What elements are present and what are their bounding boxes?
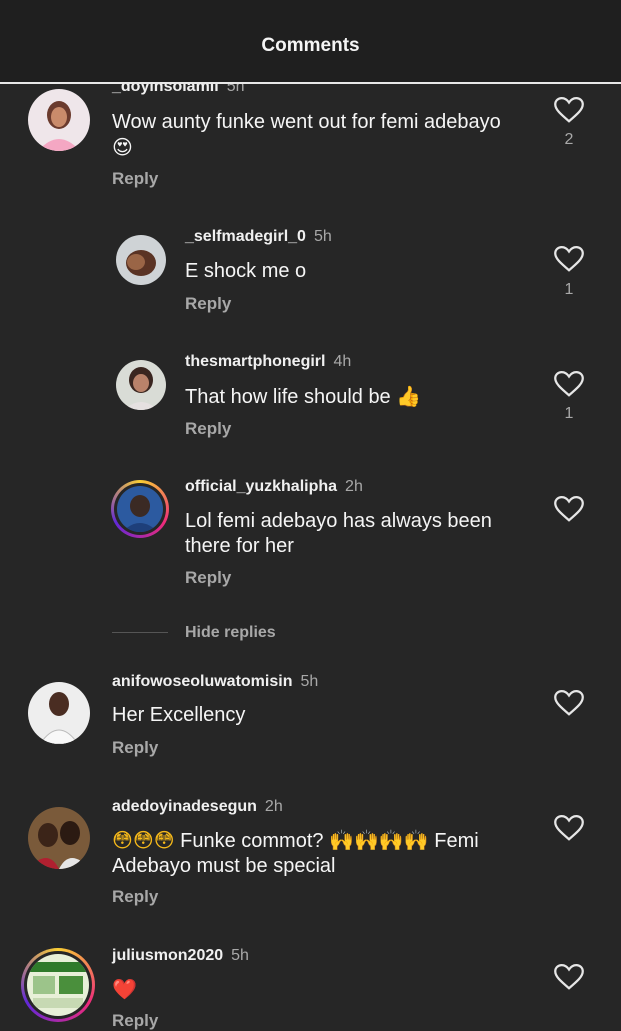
reply-button[interactable]: Reply — [185, 568, 231, 588]
avatar-image — [117, 486, 163, 532]
username[interactable]: adedoyinadesegun — [112, 798, 257, 815]
comment-body-line1: Lol femi adebayo has always been — [185, 510, 492, 532]
like-count: 2 — [564, 131, 574, 148]
comment-text: ❤️ — [112, 977, 137, 1003]
page-title: Comments — [261, 35, 360, 56]
comment-meta: official_yuzkhalipha 2h — [185, 478, 363, 496]
comment-body-line2: Adebayo must be special — [112, 855, 336, 877]
avatar[interactable] — [116, 235, 166, 285]
username[interactable]: official_yuzkhalipha — [185, 478, 337, 495]
comment-meta: adedoyinadesegun 2h — [112, 798, 283, 816]
heart-icon[interactable] — [554, 963, 584, 991]
comment-body-line2: there for her — [185, 535, 294, 557]
heart-emoji: ❤️ — [112, 977, 137, 1001]
avatar[interactable] — [28, 807, 90, 869]
heart-icon[interactable] — [554, 96, 584, 124]
comments-header: Comments — [0, 0, 621, 84]
username[interactable]: thesmartphonegirl — [185, 353, 325, 370]
avatar-story-ring[interactable] — [21, 948, 95, 1022]
avatar-story-ring[interactable] — [111, 480, 169, 538]
timestamp: 5h — [231, 947, 249, 964]
heart-icon[interactable] — [554, 689, 584, 717]
hide-replies-button[interactable]: Hide replies — [185, 624, 276, 642]
heart-icon[interactable] — [554, 814, 584, 842]
timestamp: 2h — [264, 798, 283, 815]
username[interactable]: juliusmon2020 — [112, 947, 223, 964]
heart-icon[interactable] — [554, 370, 584, 398]
timestamp: 4h — [333, 353, 352, 370]
avatar[interactable] — [28, 682, 90, 744]
avatar-image — [27, 954, 89, 1016]
like-count: 1 — [564, 281, 574, 298]
username[interactable]: _selfmadegirl_0 — [185, 228, 306, 245]
reply-button[interactable]: Reply — [112, 1011, 158, 1031]
raising-hands-emoji: 🙌🙌🙌🙌 — [329, 828, 429, 852]
comment-body-line1: Funke commot? — [180, 830, 324, 852]
heart-icon[interactable] — [554, 495, 584, 523]
avatar-image — [28, 807, 90, 869]
comment-text: Wow aunty funke went out for femi adebay… — [112, 110, 501, 161]
comment-text: 😳😳😳 Funke commot? 🙌🙌🙌🙌 Femi Adebayo must… — [112, 828, 479, 879]
comment-body: E shock me o — [185, 260, 307, 282]
avatar[interactable] — [28, 89, 90, 151]
avatar-image — [116, 235, 166, 285]
hide-replies-divider — [112, 632, 168, 633]
avatar-image — [28, 682, 90, 744]
timestamp: 5h — [313, 228, 332, 245]
avatar[interactable] — [116, 360, 166, 410]
comment-text: That how life should be 👍 — [185, 384, 421, 410]
comment-meta: juliusmon2020 5h — [112, 947, 249, 965]
comment-meta: thesmartphonegirl 4h — [185, 353, 351, 371]
timestamp: 5h — [300, 673, 319, 690]
comment-meta: _selfmadegirl_0 5h — [185, 228, 332, 246]
username[interactable]: anifowoseoluwatomisin — [112, 673, 292, 690]
emoji: 😍 — [112, 135, 133, 159]
comment-body-line1b: Femi — [434, 830, 479, 852]
avatar-image — [116, 360, 166, 410]
reply-button[interactable]: Reply — [185, 419, 231, 439]
comment-body: That how life should be — [185, 386, 391, 408]
flushed-emoji: 😳😳😳 — [112, 828, 175, 852]
comment-body: Her Excellency — [112, 704, 246, 726]
reply-button[interactable]: Reply — [112, 169, 158, 189]
heart-icon[interactable] — [554, 245, 584, 273]
reply-button[interactable]: Reply — [112, 738, 158, 758]
like-count: 1 — [564, 405, 574, 422]
thumbs-up-emoji: 👍 — [396, 384, 422, 408]
avatar-image — [28, 89, 90, 151]
comment-body: Wow aunty funke went out for femi adebay… — [112, 111, 501, 133]
reply-button[interactable]: Reply — [185, 294, 231, 314]
reply-button[interactable]: Reply — [112, 887, 158, 907]
comment-text: Lol femi adebayo has always been there f… — [185, 509, 492, 559]
timestamp: 2h — [345, 478, 363, 495]
comment-meta: anifowoseoluwatomisin 5h — [112, 673, 318, 691]
